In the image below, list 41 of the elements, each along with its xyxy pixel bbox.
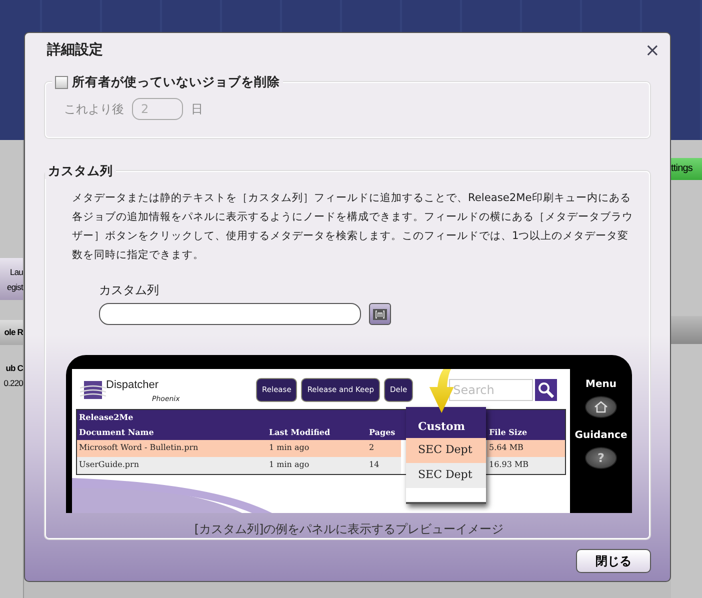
custom-column-field[interactable] — [99, 303, 361, 325]
braces-icon — [373, 308, 387, 320]
table-cell: Microsoft Word - Bulletin.prn — [77, 440, 267, 457]
close-button[interactable]: × — [644, 42, 660, 60]
field-label: カスタム列 — [99, 282, 160, 299]
logo-text: Dispatcher — [106, 380, 159, 390]
table-cell: 16.93 MB — [487, 457, 565, 474]
section-legend: カスタム列 — [45, 163, 116, 179]
table-cell: 2 — [367, 440, 401, 457]
unit-label: 日 — [191, 101, 203, 118]
metadata-browser-button[interactable] — [369, 303, 391, 325]
popup-item[interactable]: SEC Dept — [406, 463, 486, 488]
settings-button[interactable]: ttings — [671, 158, 702, 180]
column-header: Last Modified — [268, 426, 332, 439]
device-address: 0.220 — [2, 377, 23, 390]
column-header: Document Name — [78, 426, 155, 439]
home-icon — [594, 401, 608, 413]
close-dialog-button[interactable]: 閉じる — [576, 549, 651, 573]
preview-caption: [カスタム列]の例をパネルに表示するプレビューイメージ — [194, 522, 504, 536]
dialog-title: 詳細設定 — [47, 40, 103, 60]
logo-icon — [80, 379, 106, 401]
launch-button[interactable]: Lau egist — [0, 258, 23, 300]
guidance-label: Guidance — [574, 429, 628, 443]
table-cell: 1 min ago — [267, 440, 367, 457]
search-icon[interactable] — [535, 379, 558, 401]
menu-label: Menu — [584, 378, 618, 392]
popup-header: Custom — [406, 407, 486, 438]
table-cell: 5.64 MB — [487, 440, 565, 457]
field-label: これより後 — [64, 101, 124, 118]
panel-header — [671, 316, 702, 344]
column-header: Pages — [368, 426, 396, 439]
table-cell: 1 min ago — [267, 457, 367, 474]
home-button[interactable] — [585, 396, 617, 418]
table-cell: 14 — [367, 457, 401, 474]
table-title: Release2Me — [78, 411, 134, 424]
device-name: ub C — [4, 362, 23, 375]
table-cell: UserGuide.prn — [77, 457, 267, 474]
column-header: File Size — [488, 426, 528, 439]
description-text: メタデータまたは静的テキストを［カスタム列］フィールドに追加することで、Release2Me印刷キュー内にある各ジョブの追加情報をパネルに表示するようにノードを構成できます。フィールドの横にある［メタデータブラウザー］ボタンをクリックして、使用するメタデータを検索します。このフィールドでは、1つ以上のメタデータ変数を同時に指定できます。 — [71, 191, 634, 263]
panel-header: ole R — [0, 320, 23, 345]
popup-item[interactable]: SEC Dept — [406, 438, 486, 463]
